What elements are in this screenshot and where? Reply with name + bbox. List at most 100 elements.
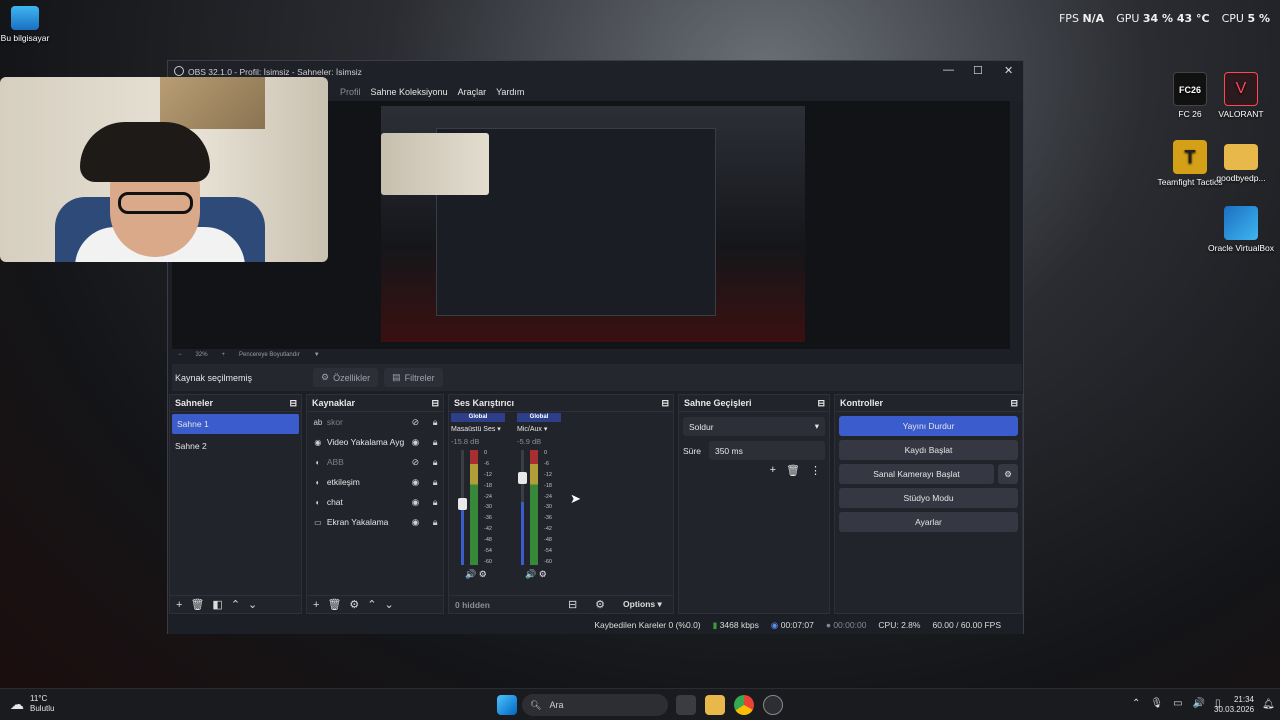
weather-widget[interactable]: ☁ 11°C Bulutlu (10, 694, 54, 714)
studio-mode-button[interactable]: Stüdyo Modu (839, 488, 1018, 508)
meter-scale: 0 -6 -12 -18 -24 -30 -36 -42 -48 -54 -60 (484, 450, 492, 565)
notification-bell-icon[interactable]: 🔔︎ (1262, 699, 1275, 710)
options-button[interactable]: Options ▾ (623, 599, 662, 610)
start-icon[interactable] (497, 695, 517, 715)
source-item[interactable]: ◐ etkileşim ◉ 🔒︎ (307, 472, 443, 492)
more-icon[interactable]: ⋮ (810, 464, 821, 477)
volume-icon: 🔊 (1192, 698, 1205, 709)
source-item[interactable]: ◉ Video Yakalama Aygıtı ◉ 🔒︎ (307, 432, 443, 452)
desktop-icon-valorant[interactable]: V VALORANT (1206, 72, 1276, 119)
sources-footer: + 🗑 ⚙ ⌃ ⌄ (307, 595, 443, 613)
trash-icon[interactable]: 🗑 (190, 598, 204, 611)
channel-db: -5.9 dB (517, 437, 542, 446)
scene-item-1[interactable]: Sahne 1 (172, 414, 299, 434)
eye-icon[interactable]: ◉ (408, 497, 424, 508)
lock-icon[interactable]: 🔒︎ (427, 437, 443, 448)
zoom-dropdown-icon[interactable]: ▼ (314, 352, 320, 358)
menu-scene-collection[interactable]: Sahne Koleksiyonu (371, 87, 448, 97)
advanced-audio-icon[interactable]: ⚙ (595, 598, 605, 611)
obs-logo-icon (174, 66, 184, 76)
up-icon[interactable]: ⌃ (367, 598, 376, 611)
desktop-icon-goodbye[interactable]: goodbyedp... (1206, 140, 1276, 183)
fc26-icon: FC26 (1173, 72, 1207, 106)
mute-icon[interactable]: 🔊 ⚙ (525, 569, 561, 580)
dock-menu-icon[interactable]: ⊟ (289, 398, 297, 409)
maximize-button[interactable]: ☐ (973, 64, 983, 77)
scale-tick: -12 (544, 471, 552, 478)
start-virtual-camera-button[interactable]: Sanal Kamerayı Başlat (839, 464, 994, 484)
clock[interactable]: 21:34 30.03.2026 (1214, 695, 1254, 715)
dock-menu-icon[interactable]: ⊟ (817, 398, 825, 409)
search-box[interactable]: 🔍︎ Ara (522, 694, 668, 716)
lock-icon[interactable]: 🔒︎ (427, 477, 443, 488)
file-explorer-icon[interactable] (705, 695, 725, 715)
eye-off-icon[interactable]: ⊘ (408, 417, 424, 428)
stop-stream-button[interactable]: Yayını Durdur (839, 416, 1018, 436)
dock-menu-icon[interactable]: ⊟ (661, 398, 669, 409)
transition-select[interactable]: Soldur ▾ (683, 417, 825, 436)
source-item[interactable]: ◐ ABB ⊘ 🔒︎ (307, 452, 443, 472)
layout-icon[interactable]: ⊟ (568, 598, 577, 611)
minimize-button[interactable]: — (943, 64, 954, 76)
source-item[interactable]: ◐ chat ◉ 🔒︎ (307, 492, 443, 512)
source-name: chat (326, 497, 343, 507)
down-icon[interactable]: ⌄ (248, 598, 257, 611)
eye-icon[interactable]: ◉ (408, 477, 424, 488)
zoom-out-button[interactable]: − (178, 352, 182, 358)
settings-button[interactable]: Ayarlar (839, 512, 1018, 532)
desktop-icon-this-pc[interactable]: Bu bilgisayar (0, 6, 60, 43)
menu-help[interactable]: Yardım (496, 87, 524, 97)
eye-off-icon[interactable]: ⊘ (408, 457, 424, 468)
sources-title: Kaynaklar (312, 398, 356, 408)
source-type-icon: ab (313, 417, 323, 427)
lock-icon[interactable]: 🔒︎ (427, 457, 443, 468)
source-type-icon: ▭ (314, 517, 322, 527)
add-icon[interactable]: + (313, 599, 319, 611)
scene-item-2[interactable]: Sahne 2 (170, 436, 301, 456)
eye-icon[interactable]: ◉ (408, 517, 424, 528)
scale-tick: -60 (544, 558, 552, 565)
lock-icon[interactable]: 🔒︎ (427, 497, 443, 508)
source-item[interactable]: ab skor ⊘ 🔒︎ (307, 412, 443, 432)
mouse-cursor-icon: ➤ (570, 491, 581, 506)
properties-button[interactable]: ⚙ Özellikler (313, 368, 379, 387)
trash-icon[interactable]: 🗑 (327, 598, 341, 611)
source-item[interactable]: ▭ Ekran Yakalama ◉ 🔒︎ (307, 512, 443, 532)
chrome-icon[interactable] (734, 695, 754, 715)
lock-icon[interactable]: 🔒︎ (427, 517, 443, 528)
system-tray[interactable]: ⌃ 🎙 ▭ 🔊 ▯ (1132, 698, 1221, 709)
desktop-icon-virtualbox[interactable]: Oracle VirtualBox (1206, 206, 1276, 253)
zoom-in-button[interactable]: + (222, 352, 226, 358)
lock-icon[interactable]: 🔒︎ (427, 417, 443, 428)
add-icon[interactable]: + (770, 464, 776, 477)
duration-label: Süre (683, 445, 701, 456)
filters-button[interactable]: ▤ Filtreler (384, 368, 443, 387)
channel-name[interactable]: Masaüstü Ses ▾ (451, 425, 505, 433)
source-name: etkileşim (326, 477, 360, 487)
start-recording-button[interactable]: Kaydı Başlat (839, 440, 1018, 460)
scale-tick: -48 (544, 537, 552, 544)
filter-icon[interactable]: ◧ (212, 598, 222, 611)
tft-icon: T (1173, 140, 1207, 174)
volume-fader[interactable] (518, 450, 527, 565)
up-icon[interactable]: ⌃ (231, 598, 240, 611)
gear-icon[interactable]: ⚙ (349, 598, 359, 611)
gear-icon[interactable]: ⚙ (998, 464, 1018, 484)
close-button[interactable]: ✕ (1004, 64, 1013, 77)
obs-taskbar-icon[interactable] (763, 695, 783, 715)
menu-profile[interactable]: Profil (340, 87, 361, 97)
menu-tools[interactable]: Araçlar (458, 87, 487, 97)
duration-input[interactable]: 350 ms (708, 441, 825, 460)
volume-fader[interactable] (458, 450, 467, 565)
down-icon[interactable]: ⌄ (385, 598, 394, 611)
channel-name[interactable]: Mic/Aux ▾ (517, 425, 561, 433)
no-source-label: Kaynak seçilmemiş (175, 372, 253, 383)
eye-icon[interactable]: ◉ (408, 437, 424, 448)
fit-to-window-button[interactable]: Pencereye Boyutlandır (239, 352, 300, 358)
add-icon[interactable]: + (176, 599, 182, 611)
trash-icon[interactable]: 🗑 (786, 464, 800, 477)
task-view-icon[interactable] (676, 695, 696, 715)
dock-menu-icon[interactable]: ⊟ (1010, 398, 1018, 409)
mute-icon[interactable]: 🔊 ⚙ (465, 569, 505, 580)
dock-menu-icon[interactable]: ⊟ (431, 398, 439, 409)
